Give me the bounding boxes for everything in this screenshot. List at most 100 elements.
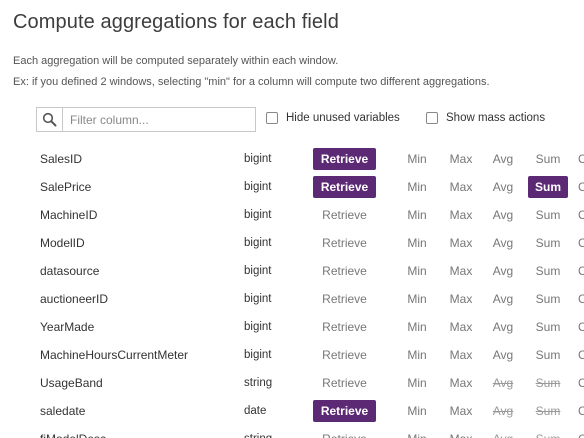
max-toggle[interactable]: Max — [444, 369, 478, 397]
column-type: bigint — [244, 181, 272, 193]
count-toggle[interactable]: C — [578, 229, 584, 257]
avg-toggle[interactable]: Avg — [486, 257, 520, 285]
hide-unused-checkbox[interactable] — [266, 112, 278, 124]
retrieve-toggle[interactable]: Retrieve — [313, 201, 376, 229]
avg-toggle[interactable]: Avg — [486, 173, 520, 201]
column-type: bigint — [244, 349, 272, 361]
column-name: SalePrice — [40, 180, 92, 194]
max-toggle[interactable]: Max — [444, 229, 478, 257]
retrieve-toggle[interactable]: Retrieve — [313, 313, 376, 341]
avg-toggle[interactable]: Avg — [486, 313, 520, 341]
column-type: bigint — [244, 209, 272, 221]
column-type: bigint — [244, 321, 272, 333]
retrieve-toggle[interactable]: Retrieve — [313, 369, 376, 397]
column-name: MachineID — [40, 208, 98, 222]
sum-toggle[interactable]: Sum — [528, 257, 568, 285]
retrieve-toggle[interactable]: Retrieve — [313, 176, 376, 198]
count-toggle[interactable]: C — [578, 285, 584, 313]
column-name: ModelID — [40, 236, 85, 250]
count-toggle[interactable]: C — [578, 313, 584, 341]
column-name: datasource — [40, 264, 100, 278]
table-row: SalesID bigint Retrieve Min Max Avg Sum C — [0, 145, 584, 173]
max-toggle[interactable]: Max — [444, 173, 478, 201]
min-toggle[interactable]: Min — [400, 201, 434, 229]
min-toggle[interactable]: Min — [400, 229, 434, 257]
column-type: string — [244, 425, 272, 438]
sum-toggle[interactable]: Sum — [528, 201, 568, 229]
max-toggle[interactable]: Max — [444, 257, 478, 285]
table-row: datasource bigint Retrieve Min Max Avg Sum C — [0, 257, 584, 285]
description-line-1: Each aggregation will be computed separa… — [13, 55, 339, 67]
max-toggle[interactable]: Max — [444, 313, 478, 341]
hide-unused-label: Hide unused variables — [286, 112, 400, 124]
min-toggle[interactable]: Min — [400, 257, 434, 285]
avg-toggle[interactable]: Avg — [486, 341, 520, 369]
avg-toggle[interactable]: Avg — [486, 229, 520, 257]
count-toggle[interactable]: C — [578, 145, 584, 173]
max-toggle[interactable]: Max — [444, 285, 478, 313]
sum-toggle: Sum — [528, 425, 568, 438]
min-toggle[interactable]: Min — [400, 341, 434, 369]
sum-toggle: Sum — [535, 404, 561, 418]
retrieve-toggle[interactable]: Retrieve — [313, 257, 376, 285]
min-toggle[interactable]: Min — [400, 173, 434, 201]
filter-column-input[interactable] — [63, 109, 253, 130]
hide-unused-toggle[interactable]: Hide unused variables — [266, 112, 400, 124]
avg-toggle[interactable]: Avg — [486, 285, 520, 313]
sum-toggle[interactable]: Sum — [528, 285, 568, 313]
avg-toggle[interactable]: Avg — [486, 145, 520, 173]
table-row: UsageBand string Retrieve Min Max Avg Sum C — [0, 369, 584, 397]
column-name: auctioneerID — [40, 292, 109, 306]
max-toggle[interactable]: Max — [444, 397, 478, 425]
table-row: saledate date Retrieve Min Max Avg Sum C — [0, 397, 584, 425]
min-toggle[interactable]: Min — [400, 397, 434, 425]
min-toggle[interactable]: Min — [400, 425, 434, 438]
sum-toggle[interactable]: Sum — [528, 176, 568, 198]
max-toggle[interactable]: Max — [444, 145, 478, 173]
retrieve-toggle[interactable]: Retrieve — [313, 425, 376, 438]
count-toggle[interactable]: C — [578, 369, 584, 397]
count-toggle[interactable]: C — [578, 173, 584, 201]
count-toggle[interactable]: C — [578, 425, 584, 438]
count-toggle[interactable]: C — [578, 201, 584, 229]
max-toggle[interactable]: Max — [444, 201, 478, 229]
avg-toggle[interactable]: Avg — [486, 201, 520, 229]
table-row: SalePrice bigint Retrieve Min Max Avg Sum C — [0, 173, 584, 201]
column-name: SalesID — [40, 152, 83, 166]
column-name: UsageBand — [40, 376, 103, 390]
min-toggle[interactable]: Min — [400, 313, 434, 341]
max-toggle[interactable]: Max — [444, 341, 478, 369]
table-row: MachineHoursCurrentMeter bigint Retrieve Mi… — [0, 341, 584, 369]
avg-toggle: Avg — [492, 376, 514, 390]
column-type: date — [244, 405, 267, 417]
table-row: MachineID bigint Retrieve Min Max Avg Sum C — [0, 201, 584, 229]
min-toggle[interactable]: Min — [400, 145, 434, 173]
min-toggle[interactable]: Min — [400, 369, 434, 397]
mass-actions-toggle[interactable]: Show mass actions — [426, 112, 545, 124]
count-toggle[interactable]: C — [578, 257, 584, 285]
table-row: auctioneerID bigint Retrieve Min Max Avg Sum C — [0, 285, 584, 313]
column-type: string — [244, 377, 273, 389]
avg-toggle: Avg — [486, 425, 520, 438]
sum-toggle: Sum — [535, 376, 561, 390]
column-name: MachineHoursCurrentMeter — [40, 348, 189, 362]
sum-toggle[interactable]: Sum — [528, 313, 568, 341]
retrieve-toggle[interactable]: Retrieve — [313, 341, 376, 369]
mass-actions-label: Show mass actions — [446, 112, 546, 124]
column-type: bigint — [244, 265, 272, 277]
sum-toggle[interactable]: Sum — [528, 145, 568, 173]
page-title: Compute aggregations for each field — [13, 11, 339, 33]
sum-toggle[interactable]: Sum — [528, 341, 568, 369]
retrieve-toggle[interactable]: Retrieve — [313, 148, 376, 170]
retrieve-toggle[interactable]: Retrieve — [313, 400, 376, 422]
count-toggle[interactable]: C — [578, 341, 584, 369]
max-toggle[interactable]: Max — [444, 425, 478, 438]
min-toggle[interactable]: Min — [400, 285, 434, 313]
sum-toggle[interactable]: Sum — [528, 229, 568, 257]
count-toggle[interactable]: C — [578, 397, 584, 425]
retrieve-toggle[interactable]: Retrieve — [313, 229, 376, 257]
retrieve-toggle[interactable]: Retrieve — [313, 285, 376, 313]
column-name: saledate — [40, 404, 86, 418]
column-type: bigint — [244, 237, 272, 249]
mass-actions-checkbox[interactable] — [426, 112, 438, 124]
